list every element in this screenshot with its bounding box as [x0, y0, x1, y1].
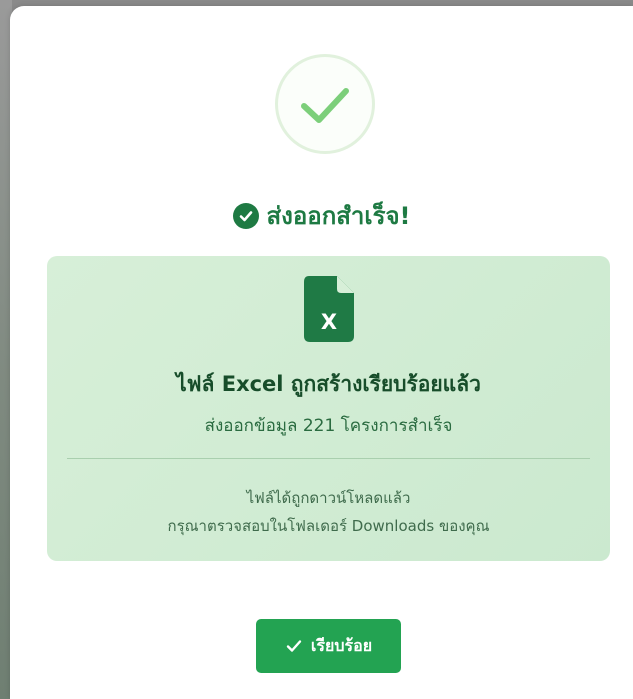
export-count-message: ส่งออกข้อมูล 221 โครงการสำเร็จ [204, 416, 453, 436]
check-icon [301, 88, 349, 123]
excel-file-letter: X [321, 310, 337, 334]
success-check-circle [275, 54, 375, 154]
divider [67, 458, 590, 459]
done-button[interactable]: เรียบร้อย [256, 619, 401, 673]
dialog-title-row: ส่งออกสำเร็จ! [10, 199, 633, 233]
export-success-dialog: ส่งออกสำเร็จ! X ไฟล์ Excel ถูกสร้างเรียบ… [10, 6, 633, 699]
download-note-line-2: กรุณาตรวจสอบในโฟลเดอร์ Downloads ของคุณ [167, 517, 490, 535]
excel-file-icon: X [304, 276, 354, 346]
export-info-box: X ไฟล์ Excel ถูกสร้างเรียบร้อยแล้ว ส่งออ… [47, 256, 610, 561]
dialog-title: ส่งออกสำเร็จ! [266, 202, 411, 230]
done-button-label: เรียบร้อย [310, 635, 373, 655]
download-note-line-1: ไฟล์ได้ถูกดาวน์โหลดแล้ว [246, 489, 411, 507]
file-created-heading: ไฟล์ Excel ถูกสร้างเรียบร้อยแล้ว [176, 372, 481, 396]
check-circle-icon [232, 203, 259, 229]
check-icon [286, 640, 302, 652]
